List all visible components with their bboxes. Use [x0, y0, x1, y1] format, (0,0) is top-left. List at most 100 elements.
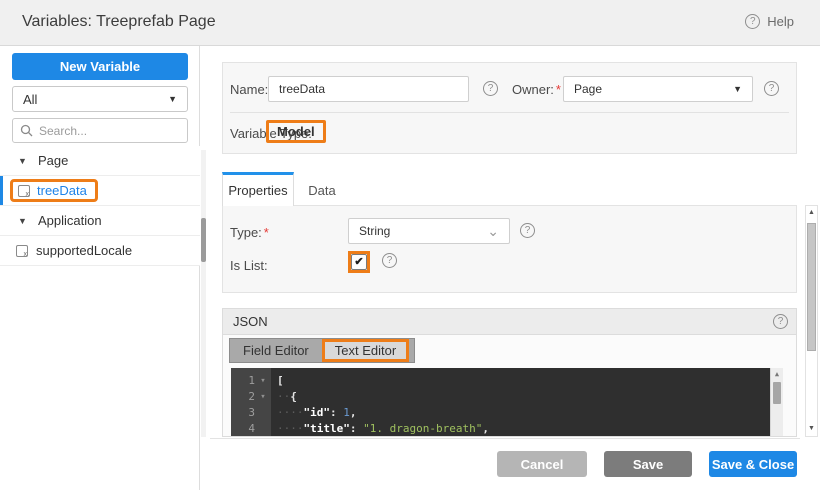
code-token: , — [350, 406, 357, 419]
is-list-highlight-box: ✔ — [348, 251, 370, 273]
tree-item-supportedlocale[interactable]: x supportedLocale — [0, 236, 200, 266]
line-number: 1 — [231, 373, 255, 389]
tab-properties[interactable]: Properties — [222, 172, 294, 206]
type-help-icon[interactable]: ? — [520, 223, 535, 238]
code-text: [ — [271, 373, 284, 389]
tree-group-application[interactable]: ▼ Application — [0, 206, 200, 236]
line-number: 3 — [231, 405, 255, 421]
scroll-up-icon[interactable]: ▲ — [771, 368, 783, 380]
variable-icon: x — [18, 185, 30, 197]
variables-sidebar — [0, 46, 200, 490]
code-text: ····"title": "1. dragon-breath", — [271, 421, 489, 437]
json-title: JSON — [233, 314, 268, 329]
selected-indicator — [0, 176, 3, 205]
save-button[interactable]: Save — [604, 451, 692, 477]
code-token: "1. dragon-breath" — [363, 422, 482, 435]
filter-dropdown[interactable]: All ▼ — [12, 86, 188, 112]
code-token: "id" — [304, 406, 331, 419]
tree-item-label: supportedLocale — [36, 243, 132, 258]
code-token: , — [482, 422, 489, 435]
collapse-icon[interactable]: ▼ — [18, 156, 27, 166]
code-token: ···· — [277, 422, 304, 435]
fold-icon[interactable]: ▾ — [255, 373, 271, 389]
code-token: 1 — [343, 406, 350, 419]
variables-dialog: Variables: Treeprefab Page ? Help New Va… — [0, 0, 820, 490]
tree-group-label: Page — [38, 153, 68, 168]
type-value: String — [359, 224, 390, 238]
owner-value: Page — [574, 82, 602, 96]
editor-mode-toggle: Field Editor Text Editor — [229, 338, 415, 363]
is-list-label: Is List: — [230, 258, 268, 273]
code-token: { — [290, 390, 297, 403]
footer-divider — [210, 438, 800, 439]
code-text: ··{ — [271, 389, 297, 405]
type-label: Type:* — [230, 225, 269, 240]
is-list-help-icon[interactable]: ? — [382, 253, 397, 268]
dropdown-arrow-icon: ▼ — [168, 94, 177, 104]
editor-scrollbar[interactable]: ▲ — [770, 368, 783, 437]
variable-icon: x — [16, 245, 28, 257]
new-variable-button[interactable]: New Variable — [12, 53, 188, 80]
dialog-header: Variables: Treeprefab Page ? Help — [0, 0, 820, 46]
code-token: : — [350, 422, 363, 435]
line-number: 4 — [231, 421, 255, 437]
fold-spacer — [255, 421, 271, 437]
cancel-button[interactable]: Cancel — [497, 451, 587, 477]
code-line: 1▾ [ — [231, 373, 770, 389]
tree-item-treedata[interactable]: x treeData — [0, 176, 200, 206]
tree-item-label: treeData — [37, 183, 87, 198]
code-line: 3 ····"id": 1, — [231, 405, 770, 421]
search-icon — [20, 124, 33, 137]
tree-group-label: Application — [38, 213, 102, 228]
help-label: Help — [767, 14, 794, 29]
highlight-box: x treeData — [10, 179, 98, 202]
editor-scrollbar-thumb[interactable] — [773, 382, 781, 404]
required-marker: * — [556, 82, 561, 97]
json-help-icon[interactable]: ? — [773, 314, 788, 329]
code-lines: 1▾[2▾··{3····"id": 1,4····"title": "1. d… — [231, 373, 770, 437]
text-editor-button[interactable]: Text Editor — [322, 339, 409, 362]
sidebar-scrollbar-thumb[interactable] — [201, 218, 206, 262]
name-field-box — [268, 76, 469, 102]
code-token: "title" — [304, 422, 350, 435]
help-link[interactable]: ? Help — [745, 14, 794, 29]
sidebar-scrollbar[interactable] — [201, 150, 206, 437]
page-title: Variables: Treeprefab Page — [22, 13, 216, 31]
name-help-icon[interactable]: ? — [483, 81, 498, 96]
filter-value: All — [23, 92, 37, 107]
variable-type-value: Model — [266, 120, 326, 143]
search-input[interactable] — [39, 124, 169, 138]
content-scrollbar[interactable]: ▲ ▼ — [805, 205, 818, 437]
code-line: 4 ····"title": "1. dragon-breath", — [231, 421, 770, 437]
json-section: JSON ? Field Editor Text Editor 1▾[2▾··{… — [222, 308, 797, 437]
required-marker: * — [264, 225, 269, 240]
code-token: ···· — [277, 406, 304, 419]
owner-label: Owner:* — [512, 82, 561, 97]
fold-icon[interactable]: ▾ — [255, 389, 271, 405]
field-editor-button[interactable]: Field Editor — [230, 339, 322, 362]
owner-help-icon[interactable]: ? — [764, 81, 779, 96]
code-text: ····"id": 1, — [271, 405, 357, 421]
json-code-editor[interactable]: 1▾[2▾··{3····"id": 1,4····"title": "1. d… — [231, 368, 783, 437]
code-token: [ — [277, 374, 284, 387]
dropdown-arrow-icon: ▼ — [733, 84, 742, 94]
content-scrollbar-thumb[interactable] — [807, 223, 816, 351]
help-icon: ? — [745, 14, 760, 29]
owner-select[interactable]: Page ▼ — [563, 76, 753, 102]
code-token: ·· — [277, 390, 290, 403]
is-list-checkbox[interactable]: ✔ — [351, 254, 367, 270]
name-input[interactable] — [269, 77, 468, 101]
search-box — [12, 118, 188, 143]
scroll-up-icon[interactable]: ▲ — [806, 207, 817, 219]
fold-spacer — [255, 405, 271, 421]
form-divider — [230, 112, 789, 113]
json-header: JSON ? — [223, 309, 796, 335]
type-select[interactable]: String ⌄ — [348, 218, 510, 244]
line-number: 2 — [231, 389, 255, 405]
scroll-down-icon[interactable]: ▼ — [806, 423, 817, 435]
save-and-close-button[interactable]: Save & Close — [709, 451, 797, 477]
tree-item-content: x supportedLocale — [16, 243, 132, 258]
collapse-icon[interactable]: ▼ — [18, 216, 27, 226]
tree-group-page[interactable]: ▼ Page — [0, 146, 200, 176]
tab-data[interactable]: Data — [294, 175, 350, 205]
